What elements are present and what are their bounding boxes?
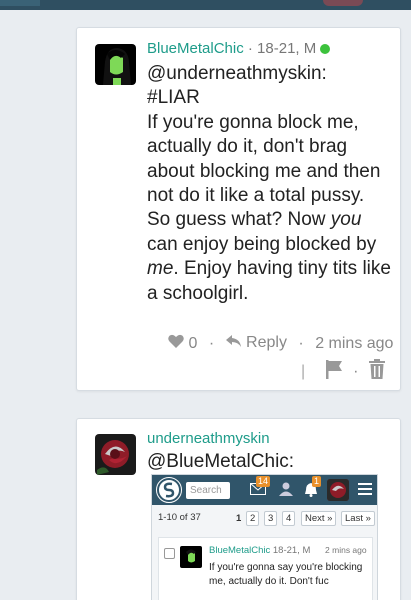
menu-icon [358, 483, 372, 498]
embedded-screenshot[interactable]: Search 14 1 1-10 of 37 1 2 3 4 Next » La… [151, 474, 378, 600]
avatar-image [95, 44, 136, 85]
post-mention[interactable]: @underneathmyskin: [147, 62, 392, 86]
delete-button[interactable] [368, 359, 386, 384]
like-count: 0 [188, 334, 198, 352]
post-text: If you're gonna block me, actually do it… [147, 111, 392, 306]
post-username[interactable]: BlueMetalChic [147, 40, 244, 57]
heart-icon [168, 334, 184, 348]
last-page-link: Last » [341, 511, 375, 526]
post-body: @underneathmyskin: #LIAR If you're gonna… [147, 62, 392, 306]
post-actions: 0 · Reply · 2 mins ago [168, 334, 393, 353]
page-link: 4 [282, 511, 296, 526]
flag-icon [325, 360, 342, 379]
post-card: BlueMetalChic · 18-21, M @underneathmysk… [76, 27, 401, 391]
avatar[interactable] [95, 44, 136, 85]
embedded-user-avatar [327, 479, 349, 501]
online-status-icon [320, 44, 331, 55]
embedded-post-avatar [180, 546, 202, 568]
post-body: @BlueMetalChic: [147, 450, 392, 474]
post-author-line: underneathmyskin [147, 430, 270, 447]
top-navigation-bar [0, 0, 411, 10]
avatar[interactable] [95, 434, 136, 475]
post-card: underneathmyskin @BlueMetalChic: Search … [76, 418, 401, 600]
post-meta: · 18-21, M [243, 40, 317, 57]
page-link: 2 [246, 511, 260, 526]
post-text-emphasis: you [330, 209, 362, 231]
bell-badge: 1 [312, 476, 322, 487]
report-button[interactable] [324, 359, 344, 384]
embedded-post-meta: 18-21, M [270, 545, 311, 556]
trash-icon [368, 359, 385, 379]
post-hashtag[interactable]: #LIAR [147, 86, 392, 110]
page-link: 3 [264, 511, 278, 526]
select-checkbox [164, 548, 175, 559]
post-username[interactable]: underneathmyskin [147, 430, 270, 447]
nav-fragment [0, 0, 40, 6]
embedded-post: BlueMetalChic 18-21, M 2 mins ago If you… [158, 537, 373, 600]
friends-icon [278, 482, 294, 499]
post-mention[interactable]: @BlueMetalChic: [147, 450, 392, 474]
nav-avatar-fragment[interactable] [323, 0, 363, 6]
embedded-search-input: Search [186, 482, 230, 499]
reply-button[interactable]: Reply [225, 334, 287, 352]
post-text-part: can enjoy being blocked by [147, 233, 377, 255]
post-author-line: BlueMetalChic · 18-21, M [147, 40, 331, 57]
site-logo-icon [156, 477, 182, 503]
pagination-range: 1-10 of 37 [158, 512, 201, 523]
embedded-post-author: BlueMetalChic 18-21, M 2 mins ago [209, 545, 367, 556]
embedded-post-time: 2 mins ago [325, 545, 367, 555]
reply-label: Reply [246, 334, 287, 352]
embedded-header-bar: Search 14 1 [152, 475, 377, 505]
post-time: 2 mins ago [315, 334, 394, 352]
next-page-link: Next » [301, 511, 337, 526]
embedded-post-username: BlueMetalChic [209, 545, 271, 556]
mail-badge: 14 [256, 476, 271, 487]
rose-avatar-image [95, 434, 136, 475]
separator: · [298, 334, 304, 352]
pagination: 1-10 of 37 1 2 3 4 Next » Last » [152, 507, 377, 529]
divider: | [301, 362, 306, 380]
separator: · [353, 362, 359, 380]
post-text-part: . Enjoy having tiny tits like a schoolgi… [147, 258, 391, 304]
reply-icon [225, 334, 241, 347]
post-text-emphasis: me [147, 258, 174, 280]
embedded-post-text: If you're gonna say you're blocking me, … [209, 562, 363, 587]
like-button[interactable]: 0 [168, 334, 197, 353]
page-link: 1 [236, 513, 242, 524]
post-moderation-actions: | · [301, 359, 386, 384]
separator: · [208, 334, 215, 352]
